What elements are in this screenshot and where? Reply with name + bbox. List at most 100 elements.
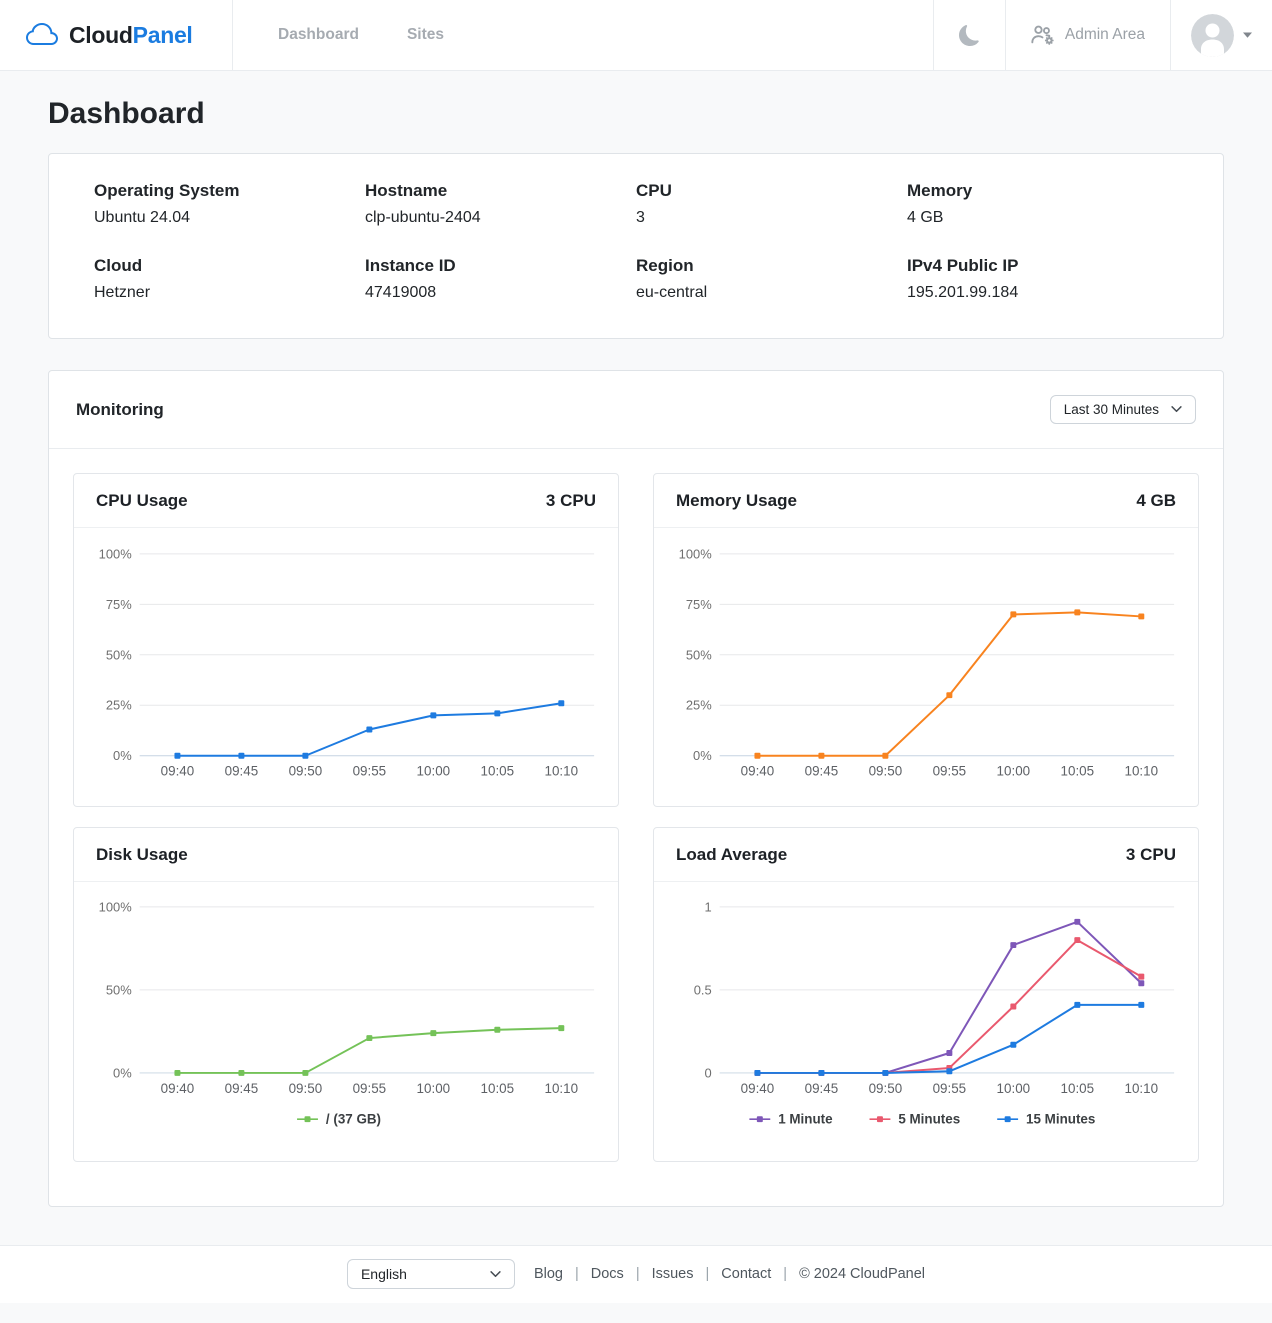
svg-text:09:55: 09:55 (353, 1081, 387, 1096)
info-value: clp-ubuntu-2404 (365, 209, 636, 227)
language-select[interactable]: English (347, 1259, 515, 1289)
chart-title: Disk Usage (96, 845, 188, 865)
users-gear-icon (1031, 25, 1055, 45)
memory-usage-chart[interactable]: 0%25%50%75%100%09:4009:4509:5009:5510:00… (654, 528, 1198, 806)
footer-divider: | (636, 1266, 640, 1282)
chart-title: Load Average (676, 845, 787, 865)
footer-divider: | (575, 1266, 579, 1282)
svg-text:25%: 25% (686, 698, 712, 713)
page-title: Dashboard (48, 97, 1224, 131)
svg-text:25%: 25% (106, 698, 132, 713)
svg-text:0: 0 (705, 1066, 712, 1081)
user-menu[interactable] (1170, 0, 1272, 70)
svg-text:0.5: 0.5 (694, 983, 712, 998)
svg-text:50%: 50% (106, 647, 132, 662)
info-value: Hetzner (94, 284, 365, 302)
svg-text:10:10: 10:10 (1125, 764, 1159, 779)
app-header: CloudPanel Dashboard Sites Admin Area (0, 0, 1272, 71)
svg-text:09:50: 09:50 (289, 764, 323, 779)
footer-link-contact[interactable]: Contact (721, 1266, 771, 1282)
monitoring-header: Monitoring Last 30 Minutes (49, 371, 1223, 449)
svg-text:09:50: 09:50 (869, 764, 903, 779)
svg-text:50%: 50% (686, 647, 712, 662)
main-nav: Dashboard Sites (278, 0, 444, 70)
monitoring-card: Monitoring Last 30 Minutes CPU Usage 3 C… (48, 370, 1224, 1207)
admin-area-label: Admin Area (1065, 26, 1145, 44)
caret-down-icon (1243, 32, 1252, 38)
cpu-usage-chart[interactable]: 0%25%50%75%100%09:4009:4509:5009:5510:00… (74, 528, 618, 806)
monitoring-title: Monitoring (76, 400, 164, 420)
disk-usage-chart[interactable]: 0%50%100%09:4009:4509:5009:5510:0010:051… (74, 882, 618, 1160)
svg-text:10:10: 10:10 (545, 1081, 579, 1096)
brand[interactable]: CloudPanel (0, 0, 233, 70)
info-value: 47419008 (365, 284, 636, 302)
info-label: Cloud (94, 256, 365, 276)
footer-link-docs[interactable]: Docs (591, 1266, 624, 1282)
info-label: IPv4 Public IP (907, 256, 1178, 276)
time-range-select[interactable]: Last 30 Minutes (1050, 395, 1196, 424)
info-field-ipv4: IPv4 Public IP 195.201.99.184 (907, 256, 1178, 302)
chart-header: CPU Usage 3 CPU (74, 474, 618, 528)
footer-link-blog[interactable]: Blog (534, 1266, 563, 1282)
language-value: English (361, 1266, 407, 1282)
footer-divider: | (783, 1266, 787, 1282)
svg-text:09:55: 09:55 (933, 764, 967, 779)
svg-text:09:45: 09:45 (805, 1081, 839, 1096)
svg-text:09:40: 09:40 (161, 1081, 195, 1096)
moon-icon (959, 25, 980, 46)
brand-name-cloud: Cloud (69, 22, 133, 48)
svg-text:09:45: 09:45 (225, 1081, 259, 1096)
info-label: Operating System (94, 181, 365, 201)
chart-header: Load Average 3 CPU (654, 828, 1198, 882)
svg-text:09:40: 09:40 (161, 764, 195, 779)
brand-name-panel: Panel (133, 22, 193, 48)
system-info-card: Operating System Ubuntu 24.04 Hostname c… (48, 153, 1224, 339)
svg-text:/ (37 GB): / (37 GB) (326, 1112, 381, 1127)
svg-text:10:05: 10:05 (1061, 1081, 1095, 1096)
brand-name: CloudPanel (69, 22, 193, 49)
footer-links: Blog | Docs | Issues | Contact | © 2024 … (534, 1266, 925, 1282)
info-value: eu-central (636, 284, 907, 302)
svg-text:10:00: 10:00 (417, 764, 451, 779)
footer-copyright: © 2024 CloudPanel (799, 1266, 925, 1282)
svg-text:1 Minute: 1 Minute (778, 1112, 832, 1127)
svg-text:0%: 0% (693, 748, 712, 763)
time-range-value: Last 30 Minutes (1064, 402, 1159, 417)
svg-text:09:50: 09:50 (289, 1081, 323, 1096)
main-content: Dashboard Operating System Ubuntu 24.04 … (0, 71, 1272, 1245)
svg-text:10:05: 10:05 (481, 764, 515, 779)
svg-text:10:00: 10:00 (417, 1081, 451, 1096)
chart-meta: 4 GB (1136, 491, 1176, 511)
footer-divider: | (706, 1266, 710, 1282)
admin-area-button[interactable]: Admin Area (1005, 0, 1170, 70)
info-field-hostname: Hostname clp-ubuntu-2404 (365, 181, 636, 227)
svg-text:5 Minutes: 5 Minutes (898, 1112, 960, 1127)
info-field-region: Region eu-central (636, 256, 907, 302)
svg-text:10:00: 10:00 (997, 1081, 1031, 1096)
svg-text:09:45: 09:45 (225, 764, 259, 779)
info-label: Memory (907, 181, 1178, 201)
svg-text:1: 1 (705, 900, 712, 915)
info-value: Ubuntu 24.04 (94, 209, 365, 227)
svg-text:10:10: 10:10 (1125, 1081, 1159, 1096)
nav-dashboard[interactable]: Dashboard (278, 26, 359, 44)
svg-text:100%: 100% (679, 546, 713, 561)
info-field-cpu: CPU 3 (636, 181, 907, 227)
header-right: Admin Area (933, 0, 1272, 70)
footer-link-issues[interactable]: Issues (652, 1266, 694, 1282)
nav-sites[interactable]: Sites (407, 26, 444, 44)
dark-mode-toggle[interactable] (933, 0, 1005, 70)
load-average-chart[interactable]: 00.5109:4009:4509:5009:5510:0010:0510:10… (654, 882, 1198, 1160)
chart-meta: 3 CPU (1126, 845, 1176, 865)
svg-text:15 Minutes: 15 Minutes (1026, 1112, 1095, 1127)
svg-text:09:45: 09:45 (805, 764, 839, 779)
svg-text:100%: 100% (99, 546, 133, 561)
svg-text:10:10: 10:10 (545, 764, 579, 779)
info-label: Hostname (365, 181, 636, 201)
svg-text:09:50: 09:50 (869, 1081, 903, 1096)
app-footer: English Blog | Docs | Issues | Contact |… (0, 1245, 1272, 1303)
load-average-chart-card: Load Average 3 CPU 00.5109:4009:4509:500… (653, 827, 1199, 1161)
svg-text:09:55: 09:55 (933, 1081, 967, 1096)
avatar (1191, 14, 1234, 57)
info-field-operating-system: Operating System Ubuntu 24.04 (94, 181, 365, 227)
